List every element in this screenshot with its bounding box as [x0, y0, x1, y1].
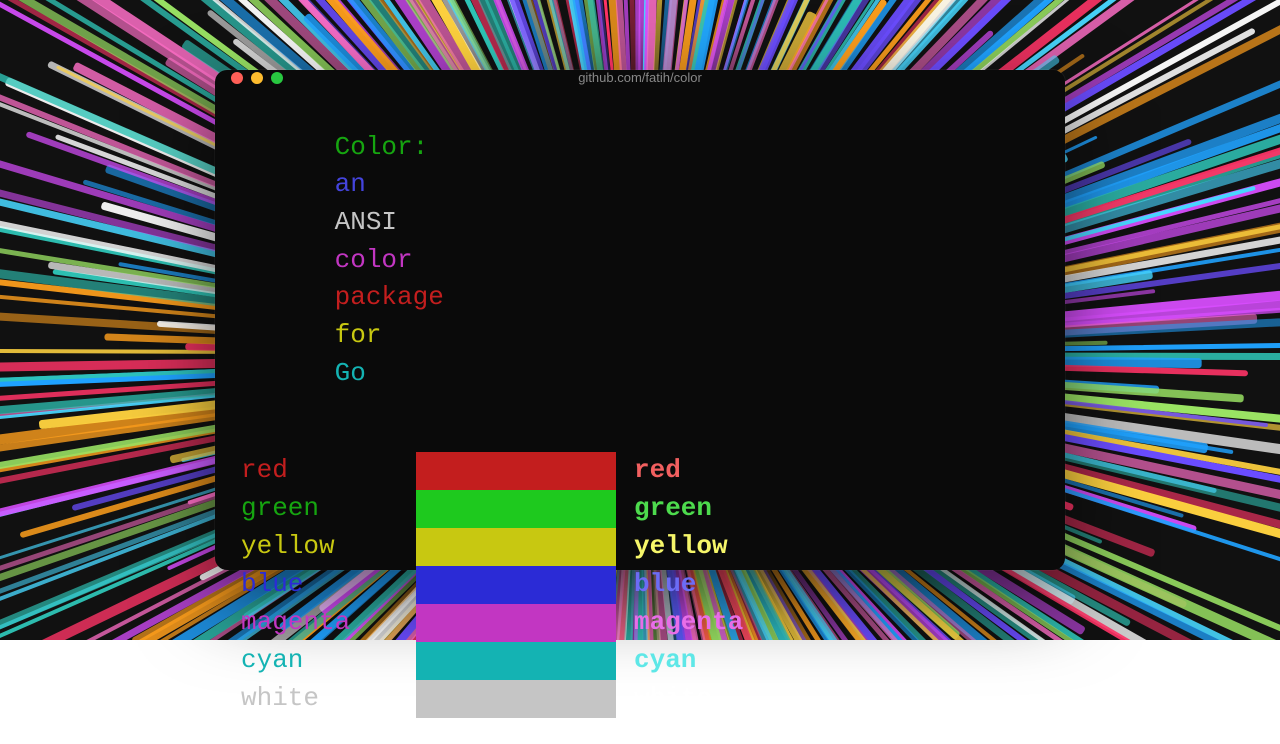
color-label-normal: cyan [241, 642, 416, 680]
color-label-normal: yellow [241, 528, 416, 566]
minimize-icon[interactable] [251, 72, 263, 84]
color-swatch [416, 642, 616, 680]
close-icon[interactable] [231, 72, 243, 84]
color-label-bold: cyan [616, 642, 1039, 680]
color-label-bold: yellow [616, 528, 1039, 566]
window-title: github.com/fatih/color [578, 70, 702, 85]
traffic-lights [231, 72, 283, 84]
headline-word-1: an [335, 169, 366, 199]
color-label-bold: red [616, 452, 1039, 490]
color-label-bold: green [616, 490, 1039, 528]
color-label-bold: white [616, 680, 1039, 718]
color-grid: redredgreengreenyellowyellowbluebluemage… [241, 452, 1039, 718]
headline-word-6: Go [335, 358, 366, 388]
color-label-normal: magenta [241, 604, 416, 642]
color-swatch [416, 566, 616, 604]
color-label-normal: green [241, 490, 416, 528]
color-label-normal: red [241, 452, 416, 490]
color-swatch [416, 604, 616, 642]
headline: Color: an ANSI color package for Go [241, 91, 1039, 430]
color-label-bold: blue [616, 566, 1039, 604]
color-swatch [416, 680, 616, 718]
color-label-bold: magenta [616, 604, 1039, 642]
terminal-content: Color: an ANSI color package for Go red r… [215, 85, 1065, 744]
color-label-normal: white [241, 680, 416, 718]
headline-word-0: Color: [335, 132, 429, 162]
headline-word-5: for [335, 320, 382, 350]
headline-word-4: package [335, 282, 444, 312]
headline-word-2: ANSI [335, 207, 397, 237]
headline-word-3: color [335, 245, 413, 275]
zoom-icon[interactable] [271, 72, 283, 84]
window-titlebar: github.com/fatih/color [215, 70, 1065, 85]
color-swatch [416, 490, 616, 528]
terminal-window: github.com/fatih/color Color: an ANSI co… [215, 70, 1065, 570]
color-swatch [416, 528, 616, 566]
color-swatch [416, 452, 616, 490]
color-label-normal: blue [241, 566, 416, 604]
